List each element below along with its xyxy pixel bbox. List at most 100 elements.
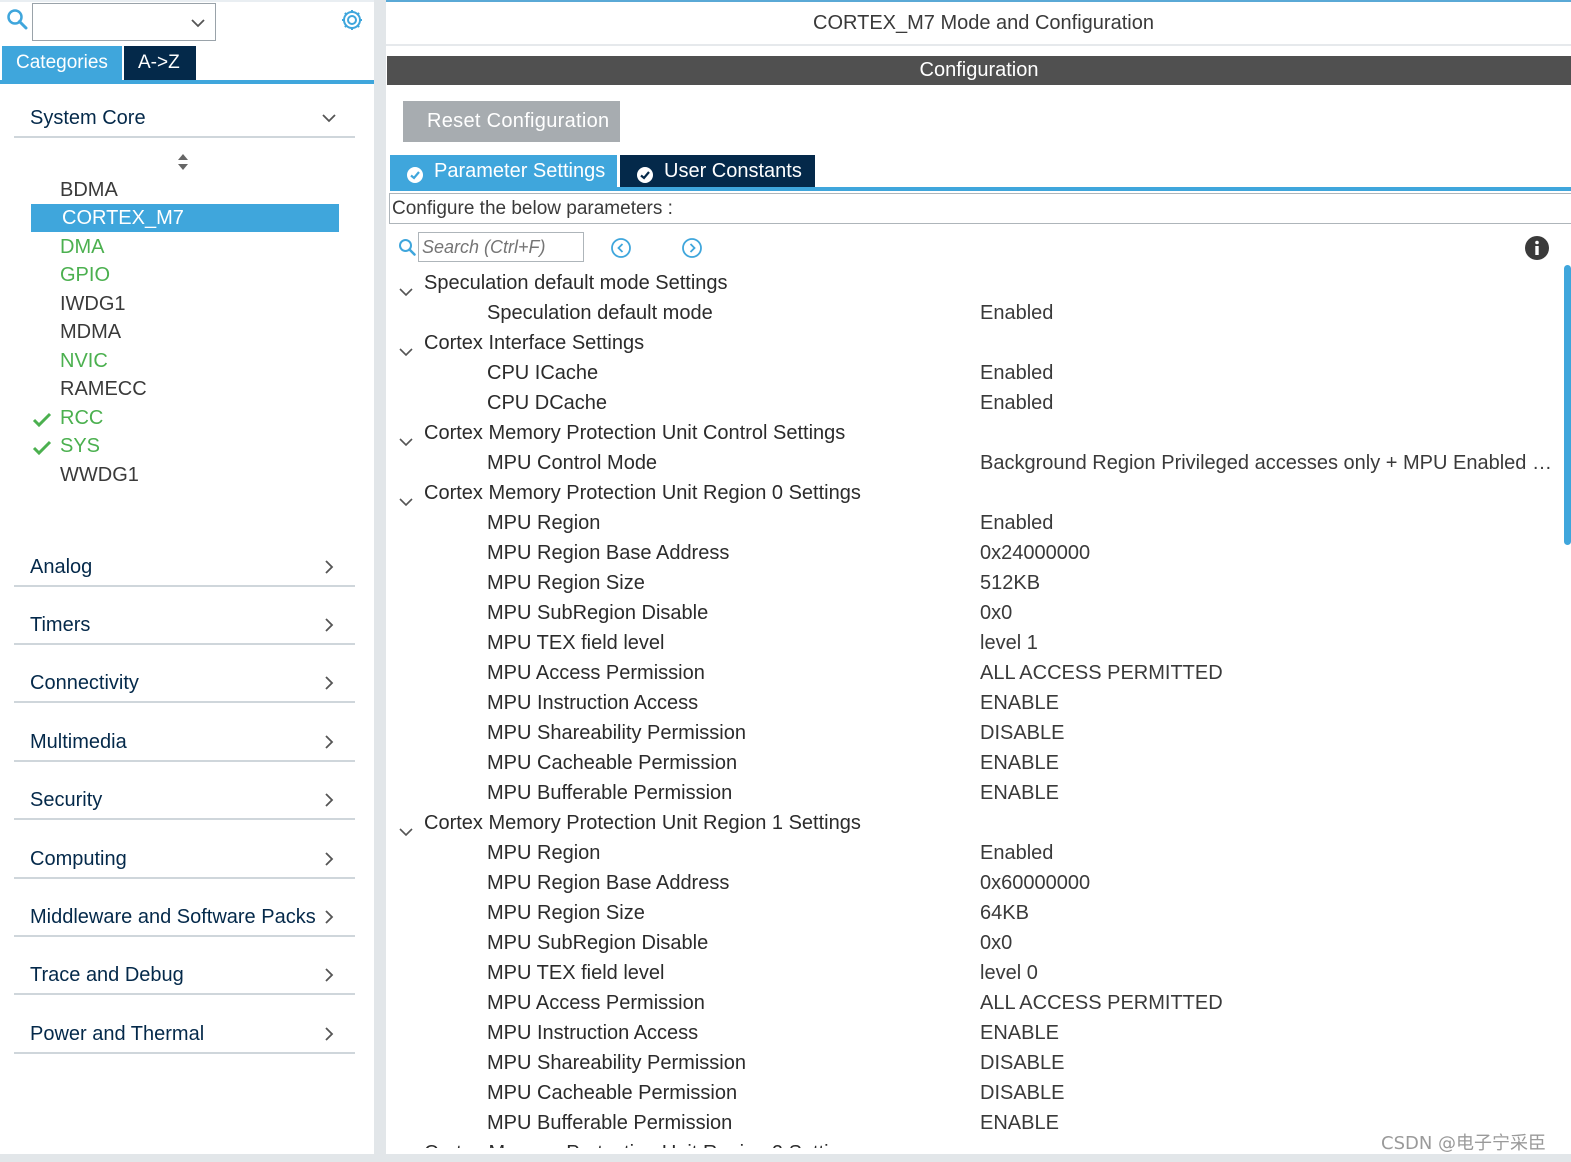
- category-power-and-thermal[interactable]: Power and Thermal: [14, 1004, 355, 1054]
- parameter-value[interactable]: 0x0: [980, 598, 1012, 628]
- chevron-right-icon[interactable]: [321, 559, 337, 575]
- parameter-value[interactable]: ALL ACCESS PERMITTED: [980, 988, 1223, 1018]
- parameter-value[interactable]: Enabled: [980, 298, 1053, 328]
- gear-icon[interactable]: [340, 8, 364, 32]
- chevron-right-icon[interactable]: [321, 734, 337, 750]
- parameter-row[interactable]: MPU Cacheable Permission DISABLE: [386, 1078, 1561, 1108]
- parameter-value[interactable]: 0x60000000: [980, 868, 1090, 898]
- parameter-value[interactable]: level 1: [980, 628, 1038, 658]
- parameter-value[interactable]: ENABLE: [980, 748, 1059, 778]
- chevron-down-icon[interactable]: [398, 427, 414, 447]
- parameter-value[interactable]: DISABLE: [980, 1078, 1064, 1108]
- parameter-value[interactable]: Enabled: [980, 388, 1053, 418]
- parameter-value[interactable]: 512KB: [980, 568, 1040, 598]
- search-dropdown[interactable]: [32, 3, 216, 41]
- chevron-right-icon[interactable]: [321, 851, 337, 867]
- parameter-value[interactable]: ENABLE: [980, 778, 1059, 808]
- chevron-right-icon[interactable]: [321, 792, 337, 808]
- parameter-value[interactable]: DISABLE: [980, 1048, 1064, 1078]
- parameter-row[interactable]: MPU Region Base Address 0x24000000: [386, 538, 1561, 568]
- parameter-value[interactable]: 0x0: [980, 928, 1012, 958]
- parameter-row[interactable]: MPU Region Size 512KB: [386, 568, 1561, 598]
- search-icon[interactable]: [6, 8, 28, 30]
- parameter-group[interactable]: Speculation default mode Settings: [386, 268, 1561, 298]
- tree-item-sys[interactable]: SYS: [31, 432, 339, 460]
- tab-categories[interactable]: Categories: [2, 46, 122, 80]
- parameter-row[interactable]: MPU SubRegion Disable 0x0: [386, 598, 1561, 628]
- parameter-value[interactable]: ALL ACCESS PERMITTED: [980, 658, 1223, 688]
- vertical-scrollbar[interactable]: [1561, 265, 1571, 1145]
- parameter-row[interactable]: MPU Region Size 64KB: [386, 898, 1561, 928]
- tree-item-iwdg1[interactable]: IWDG1: [31, 290, 339, 318]
- chevron-right-icon[interactable]: [321, 617, 337, 633]
- next-circle-icon[interactable]: [681, 237, 703, 259]
- parameter-group[interactable]: Cortex Interface Settings: [386, 328, 1561, 358]
- tab-parameter-settings[interactable]: Parameter Settings: [390, 155, 617, 187]
- parameter-row[interactable]: MPU Region Enabled: [386, 838, 1561, 868]
- parameter-row[interactable]: CPU DCache Enabled: [386, 388, 1561, 418]
- category-timers[interactable]: Timers: [14, 595, 355, 645]
- prev-circle-icon[interactable]: [610, 237, 632, 259]
- chevron-down-icon[interactable]: [398, 337, 414, 357]
- parameter-group[interactable]: Cortex Memory Protection Unit Control Se…: [386, 418, 1561, 448]
- chevron-down-icon[interactable]: [398, 1147, 414, 1148]
- chevron-down-icon[interactable]: [321, 110, 337, 126]
- parameter-search-input[interactable]: [418, 232, 584, 262]
- chevron-down-icon[interactable]: [398, 817, 414, 837]
- parameter-row[interactable]: MPU Access Permission ALL ACCESS PERMITTE…: [386, 988, 1561, 1018]
- category-computing[interactable]: Computing: [14, 829, 355, 879]
- tree-item-dma[interactable]: DMA: [31, 233, 339, 261]
- tree-item-rcc[interactable]: RCC: [31, 404, 339, 432]
- parameter-value[interactable]: 0x24000000: [980, 538, 1090, 568]
- category-connectivity[interactable]: Connectivity: [14, 653, 355, 703]
- parameter-row[interactable]: MPU Control Mode Background Region Privil…: [386, 448, 1561, 478]
- tree-item-ramecc[interactable]: RAMECC: [31, 375, 339, 403]
- tree-item-gpio[interactable]: GPIO: [31, 261, 339, 289]
- parameter-group[interactable]: Cortex Memory Protection Unit Region 1 S…: [386, 808, 1561, 838]
- parameter-row[interactable]: MPU SubRegion Disable 0x0: [386, 928, 1561, 958]
- category-middleware-and-software-packs[interactable]: Middleware and Software Packs: [14, 887, 355, 937]
- parameter-value[interactable]: ENABLE: [980, 1018, 1059, 1048]
- parameter-group[interactable]: Cortex Memory Protection Unit Region 0 S…: [386, 478, 1561, 508]
- category-trace-and-debug[interactable]: Trace and Debug: [14, 945, 355, 995]
- chevron-right-icon[interactable]: [321, 1026, 337, 1042]
- info-icon[interactable]: [1524, 235, 1550, 261]
- parameter-row[interactable]: MPU Instruction Access ENABLE: [386, 1018, 1561, 1048]
- chevron-right-icon[interactable]: [321, 675, 337, 691]
- parameter-value[interactable]: level 0: [980, 958, 1038, 988]
- parameter-row[interactable]: MPU TEX field level level 0: [386, 958, 1561, 988]
- parameter-value[interactable]: 64KB: [980, 898, 1029, 928]
- tab-user-constants[interactable]: User Constants: [620, 155, 815, 187]
- category-analog[interactable]: Analog: [14, 537, 355, 587]
- parameter-value[interactable]: Enabled: [980, 508, 1053, 538]
- chevron-right-icon[interactable]: [321, 909, 337, 925]
- sort-icon[interactable]: [176, 152, 190, 172]
- parameter-row[interactable]: MPU Cacheable Permission ENABLE: [386, 748, 1561, 778]
- parameter-value[interactable]: Background Region Privileged accesses on…: [980, 448, 1558, 478]
- tree-item-wwdg1[interactable]: WWDG1: [31, 461, 339, 489]
- tree-item-nvic[interactable]: NVIC: [31, 347, 339, 375]
- parameter-value[interactable]: ENABLE: [980, 1108, 1059, 1138]
- tree-item-bdma[interactable]: BDMA: [31, 176, 339, 204]
- chevron-right-icon[interactable]: [321, 967, 337, 983]
- parameter-value[interactable]: DISABLE: [980, 718, 1064, 748]
- reset-configuration-button[interactable]: Reset Configuration: [403, 101, 620, 142]
- parameter-row[interactable]: MPU Shareability Permission DISABLE: [386, 718, 1561, 748]
- panel-divider[interactable]: [374, 0, 386, 1162]
- parameter-row[interactable]: MPU Instruction Access ENABLE: [386, 688, 1561, 718]
- chevron-down-icon[interactable]: [189, 14, 207, 32]
- parameter-row[interactable]: MPU Region Base Address 0x60000000: [386, 868, 1561, 898]
- parameter-row[interactable]: MPU Shareability Permission DISABLE: [386, 1048, 1561, 1078]
- scrollbar-thumb[interactable]: [1564, 265, 1571, 545]
- tree-item-mdma[interactable]: MDMA: [31, 318, 339, 346]
- tree-item-cortex-m7[interactable]: CORTEX_M7: [31, 204, 339, 232]
- chevron-down-icon[interactable]: [398, 487, 414, 507]
- category-multimedia[interactable]: Multimedia: [14, 712, 355, 762]
- parameter-row[interactable]: MPU Access Permission ALL ACCESS PERMITTE…: [386, 658, 1561, 688]
- category-system-core[interactable]: System Core: [14, 88, 355, 138]
- parameter-row[interactable]: MPU Region Enabled: [386, 508, 1561, 538]
- parameter-value[interactable]: ENABLE: [980, 688, 1059, 718]
- parameter-value[interactable]: Enabled: [980, 358, 1053, 388]
- parameter-row[interactable]: Speculation default mode Enabled: [386, 298, 1561, 328]
- parameter-row[interactable]: MPU TEX field level level 1: [386, 628, 1561, 658]
